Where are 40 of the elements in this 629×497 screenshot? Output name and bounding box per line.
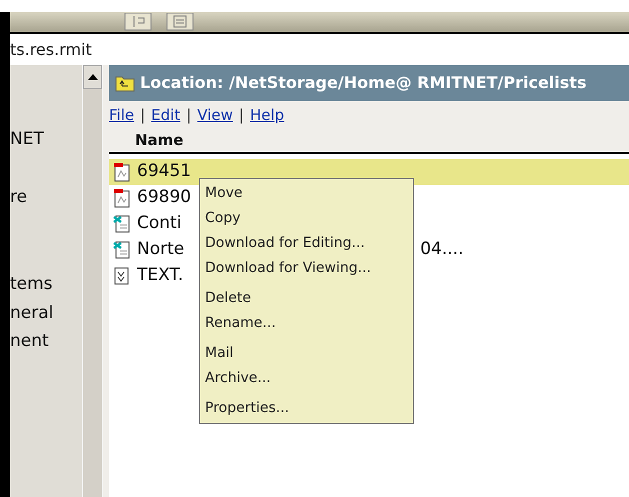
sidebar-item[interactable]: tems <box>10 272 53 298</box>
file-name: Norte <box>137 238 184 262</box>
context-menu-item[interactable]: Download for Editing... <box>200 231 413 256</box>
spreadsheet-file-icon <box>113 240 131 260</box>
context-menu-item[interactable]: Rename... <box>200 311 413 336</box>
address-text: ts.res.rmit <box>10 38 92 60</box>
menu-link[interactable]: File <box>109 104 134 126</box>
spreadsheet-file-icon <box>113 214 131 234</box>
up-arrow-icon <box>88 74 98 80</box>
context-menu-item[interactable]: Copy <box>200 206 413 231</box>
document-icon[interactable] <box>166 13 194 31</box>
file-name: 69890 <box>137 186 192 210</box>
location-label: Location: /NetStorage/Home@ RMITNET/Pricelists <box>140 72 586 94</box>
scrollbar[interactable] <box>82 65 103 497</box>
menu-separator: | <box>186 104 192 126</box>
menu-link[interactable]: Edit <box>151 104 180 126</box>
sidebar-item[interactable]: nent <box>10 329 49 354</box>
file-name: 69451 <box>137 160 192 184</box>
file-name: Conti <box>137 212 182 236</box>
menu-link[interactable]: Help <box>250 104 284 126</box>
sidebar-item[interactable]: NET <box>10 127 44 152</box>
menu-separator: | <box>140 104 146 126</box>
pdf-file-icon <box>113 162 131 182</box>
file-name: TEXT. <box>137 264 184 288</box>
split-view-icon[interactable] <box>124 13 152 31</box>
context-menu-item[interactable]: Delete <box>200 286 413 311</box>
pdf-file-icon <box>113 188 131 208</box>
menu-link[interactable]: View <box>197 104 233 126</box>
context-menu-item[interactable]: Download for Viewing... <box>200 256 413 281</box>
context-menu-item[interactable]: Properties... <box>200 396 413 421</box>
context-menu-item[interactable]: Archive... <box>200 366 413 391</box>
scroll-up-button[interactable] <box>83 65 102 89</box>
sidebar-item[interactable]: neral <box>10 301 54 326</box>
text-file-icon <box>113 266 131 286</box>
sidebar-item[interactable]: re <box>10 185 28 210</box>
context-menu-item[interactable]: Mail <box>200 341 413 366</box>
folder-up-icon[interactable] <box>115 74 135 92</box>
column-header[interactable]: Name <box>135 129 184 152</box>
file-info: 04.... <box>420 238 464 262</box>
menu-separator: | <box>238 104 244 126</box>
